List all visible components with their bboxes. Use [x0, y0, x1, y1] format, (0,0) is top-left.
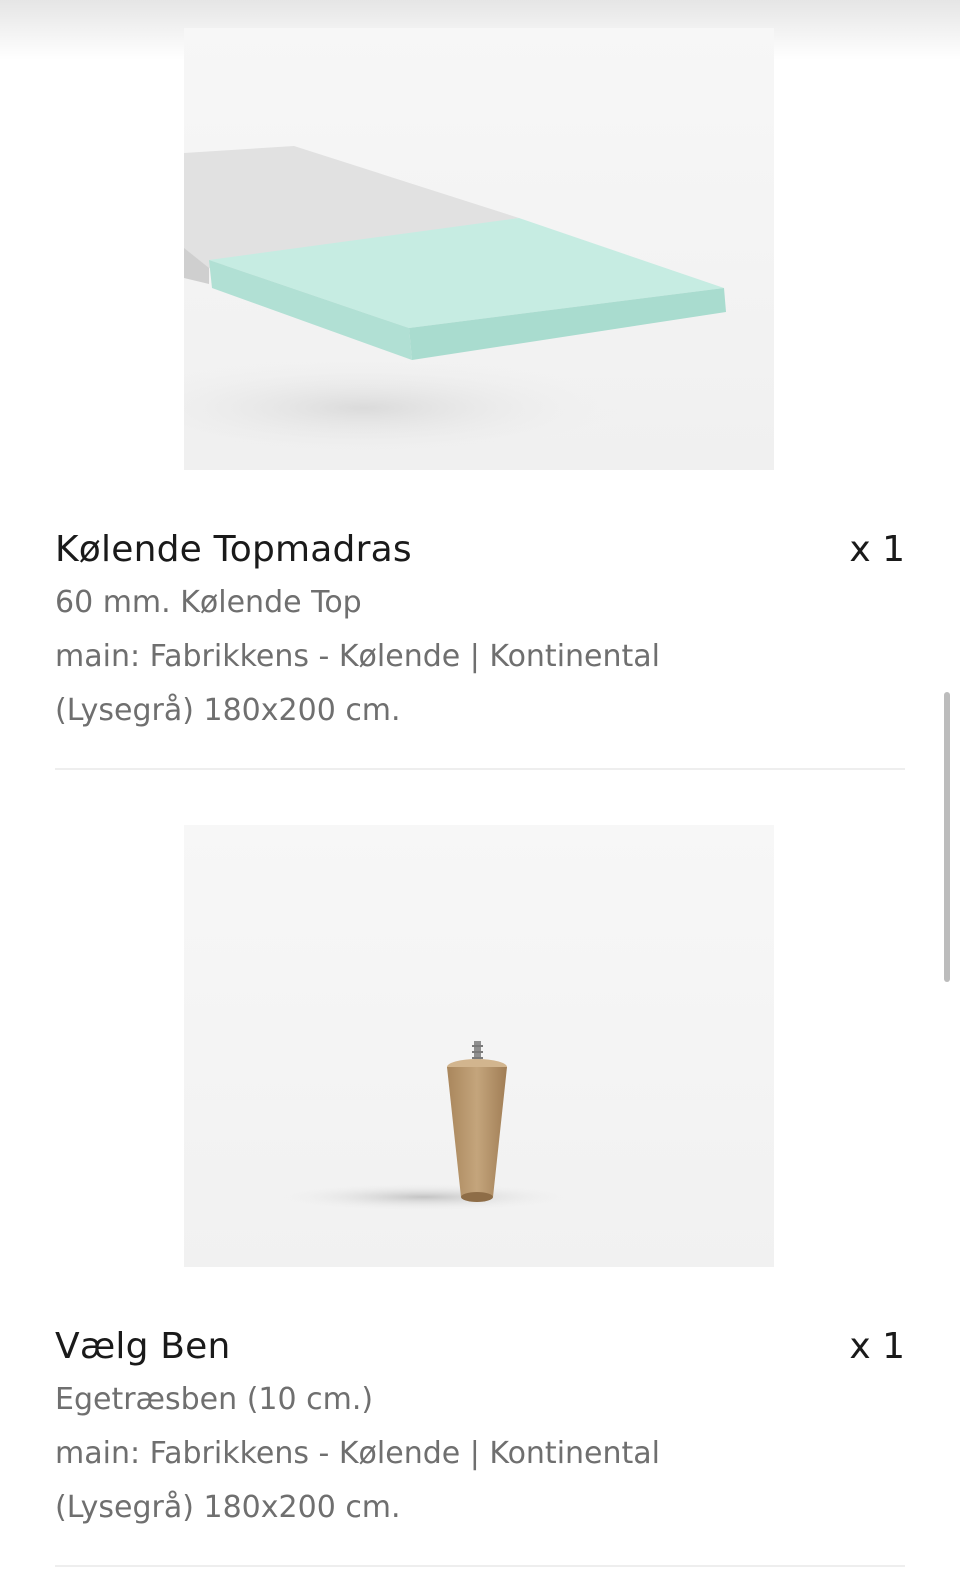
product-image[interactable] — [184, 28, 774, 470]
cart-item: Kølende Topmadras x 1 60 mm. Kølende Top… — [55, 28, 905, 738]
item-detail: main: Fabrikkens - Kølende | Kontinental — [55, 1436, 660, 1471]
item-detail: (Lysegrå) 180x200 cm. — [55, 1490, 401, 1525]
item-quantity: x 1 — [849, 529, 905, 570]
item-detail: 60 mm. Kølende Top — [55, 585, 362, 620]
product-image[interactable] — [184, 825, 774, 1267]
wooden-leg-image — [184, 825, 774, 1267]
item-name: Kølende Topmadras — [55, 529, 412, 570]
item-detail: Egetræsben (10 cm.) — [55, 1382, 374, 1417]
scrollbar-thumb[interactable] — [944, 692, 950, 982]
item-quantity: x 1 — [849, 1326, 905, 1367]
item-detail: (Lysegrå) 180x200 cm. — [55, 693, 401, 728]
item-detail: main: Fabrikkens - Kølende | Kontinental — [55, 639, 660, 674]
mattress-topper-image — [184, 28, 774, 470]
cart-item: Vælg Ben x 1 Egetræsben (10 cm.) main: F… — [55, 825, 905, 1535]
divider — [55, 768, 905, 770]
divider — [55, 1565, 905, 1567]
item-name: Vælg Ben — [55, 1326, 231, 1367]
